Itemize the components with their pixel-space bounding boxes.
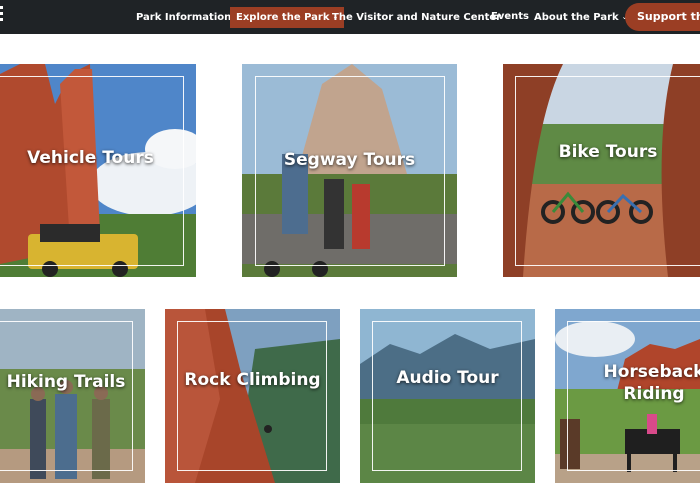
tile-label: Vehicle Tours: [27, 148, 154, 168]
nav-item-explore-the-park[interactable]: Explore the Park ⌄: [230, 7, 345, 28]
tile-rock-climbing[interactable]: Rock Climbing: [165, 309, 340, 483]
top-navigation-bar: Park Information⌄ Explore the Park⌄ The …: [0, 0, 700, 34]
site-logo[interactable]: [0, 6, 4, 28]
nav-item-label: The Visitor and Nature Center: [332, 12, 502, 23]
nav-item-label: Explore the Park: [236, 12, 330, 23]
tile-label: Audio Tour: [396, 368, 499, 388]
tile-hiking-trails[interactable]: Hiking Trails: [0, 309, 145, 483]
tile-label: Rock Climbing: [184, 370, 321, 390]
nav-item-label: Events: [491, 11, 529, 22]
tile-frame: [0, 76, 184, 266]
nav-item-park-information[interactable]: Park Information⌄: [136, 0, 240, 34]
tile-label: Hiking Trails: [6, 372, 126, 392]
tile-bike-tours[interactable]: Bike Tours: [503, 64, 700, 277]
tile-frame: [372, 321, 522, 471]
nav-item-events[interactable]: Events: [491, 0, 529, 34]
nav-item-about-the-park[interactable]: About the Park⌄: [534, 0, 628, 34]
tile-frame: [255, 76, 445, 266]
tile-frame: [515, 76, 700, 266]
tile-vehicle-tours[interactable]: Vehicle Tours: [0, 64, 196, 277]
tile-frame: [0, 321, 133, 471]
support-the-park-button[interactable]: Support the P: [625, 3, 700, 31]
nav-item-label: About the Park: [534, 12, 619, 23]
tile-label: Horseback Riding: [603, 362, 700, 404]
tile-label: Segway Tours: [283, 150, 416, 170]
nav-item-visitor-and-nature-center[interactable]: The Visitor and Nature Center ⌄: [332, 0, 510, 34]
tile-label: Bike Tours: [558, 142, 658, 162]
tile-horseback-riding[interactable]: Horseback Riding: [555, 309, 700, 483]
tile-segway-tours[interactable]: Segway Tours: [242, 64, 457, 277]
tile-frame: [177, 321, 327, 471]
tile-audio-tour[interactable]: Audio Tour: [360, 309, 535, 483]
nav-item-label: Park Information: [136, 12, 232, 23]
